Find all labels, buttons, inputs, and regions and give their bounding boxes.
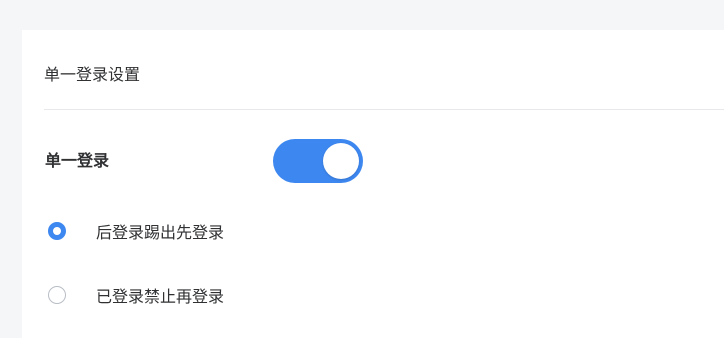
radio-option-label: 后登录踢出先登录 — [96, 223, 225, 242]
settings-panel: 单一登录设置 单一登录 后登录踢出先登录 已登录禁止再登录 — [22, 30, 724, 338]
radio-unchecked-icon[interactable] — [48, 286, 66, 304]
single-login-label: 单一登录 — [45, 151, 110, 170]
radio-option-kick-previous[interactable]: 后登录踢出先登录 — [48, 219, 224, 243]
radio-option-block-new[interactable]: 已登录禁止再登录 — [48, 283, 224, 307]
toggle-knob — [323, 143, 359, 179]
single-login-toggle[interactable] — [273, 139, 363, 183]
panel-title: 单一登录设置 — [44, 65, 141, 84]
radio-option-label: 已登录禁止再登录 — [96, 287, 225, 306]
radio-checked-icon[interactable] — [48, 222, 66, 240]
divider — [44, 109, 724, 110]
